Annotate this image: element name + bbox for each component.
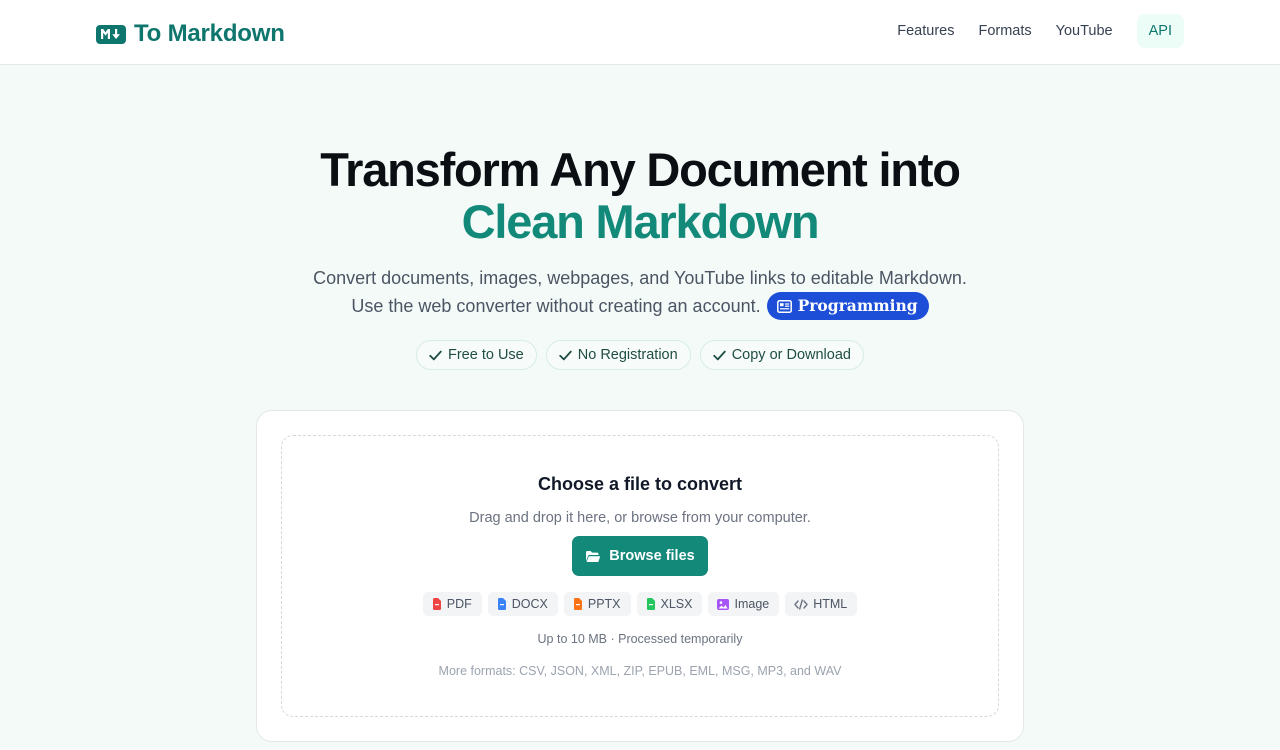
pill-copy-download: Copy or Download: [699, 340, 864, 370]
more-formats-note: More formats: CSV, JSON, XML, ZIP, EPUB,…: [438, 664, 842, 678]
check-icon: [712, 350, 726, 361]
format-label: PDF: [446, 597, 472, 611]
format-label: HTML: [813, 597, 848, 611]
dropzone-title: Choose a file to convert: [537, 474, 743, 494]
main-nav: Features Formats YouTube API: [885, 14, 1184, 48]
browse-files-label: Browse files: [609, 548, 695, 564]
nav-api-button[interactable]: API: [1136, 14, 1184, 48]
format-label: PPTX: [587, 597, 621, 611]
hero-subtitle-line1: Convert documents, images, webpages, and…: [313, 268, 967, 288]
pill-label: Free to Use: [448, 347, 524, 363]
format-label: DOCX: [511, 597, 548, 611]
folder-open-icon: [585, 550, 601, 563]
pill-label: No Registration: [577, 347, 678, 363]
nav-formats[interactable]: Formats: [966, 14, 1043, 48]
pptx-file-icon: [573, 598, 583, 610]
format-xlsx: XLSX: [636, 592, 703, 616]
pill-label: Copy or Download: [731, 347, 851, 363]
xlsx-file-icon: [646, 598, 656, 610]
format-label: Image: [734, 597, 770, 611]
format-pptx: PPTX: [563, 592, 631, 616]
newspaper-icon: [776, 299, 792, 313]
pill-no-registration: No Registration: [545, 340, 691, 370]
nav-youtube[interactable]: YouTube: [1044, 14, 1125, 48]
hero-subtitle-line2-row: Use the web converter without creating a…: [0, 292, 1280, 320]
image-icon: [717, 598, 730, 610]
format-image: Image: [708, 592, 780, 616]
programming-badge-label: Programming: [797, 296, 918, 315]
hero-title-line1: Transform Any Document into: [320, 143, 961, 196]
check-icon: [429, 350, 442, 361]
site-header: To Markdown Features Formats YouTube API: [0, 0, 1280, 65]
file-dropzone[interactable]: Choose a file to convert Drag and drop i…: [281, 435, 999, 717]
upload-card: Choose a file to convert Drag and drop i…: [256, 410, 1024, 742]
format-label: XLSX: [660, 597, 693, 611]
hero-subtitle-line2: Use the web converter without creating a…: [351, 296, 761, 316]
logo-link[interactable]: To Markdown: [96, 20, 285, 48]
hero-title-line2: Clean Markdown: [461, 195, 820, 248]
format-html: HTML: [785, 592, 858, 616]
logo-text: To Markdown: [134, 20, 285, 47]
pill-free: Free to Use: [416, 340, 537, 370]
programming-badge[interactable]: Programming: [766, 292, 929, 320]
feature-pills: Free to Use No Registration Copy or Down…: [0, 340, 1280, 370]
browse-files-button[interactable]: Browse files: [572, 536, 708, 576]
docx-file-icon: [497, 598, 507, 610]
nav-features[interactable]: Features: [885, 14, 966, 48]
format-pdf: PDF: [422, 592, 482, 616]
code-icon: [794, 598, 808, 610]
format-docx: DOCX: [487, 592, 558, 616]
pdf-file-icon: [432, 598, 442, 610]
markdown-logo-icon: [96, 24, 126, 44]
supported-formats: PDF DOCX PPTX XLSX Image HTML: [282, 592, 998, 616]
dropzone-subtitle: Drag and drop it here, or browse from yo…: [469, 510, 811, 526]
check-icon: [559, 350, 572, 361]
file-size-note: Up to 10 MB · Processed temporarily: [537, 632, 743, 646]
